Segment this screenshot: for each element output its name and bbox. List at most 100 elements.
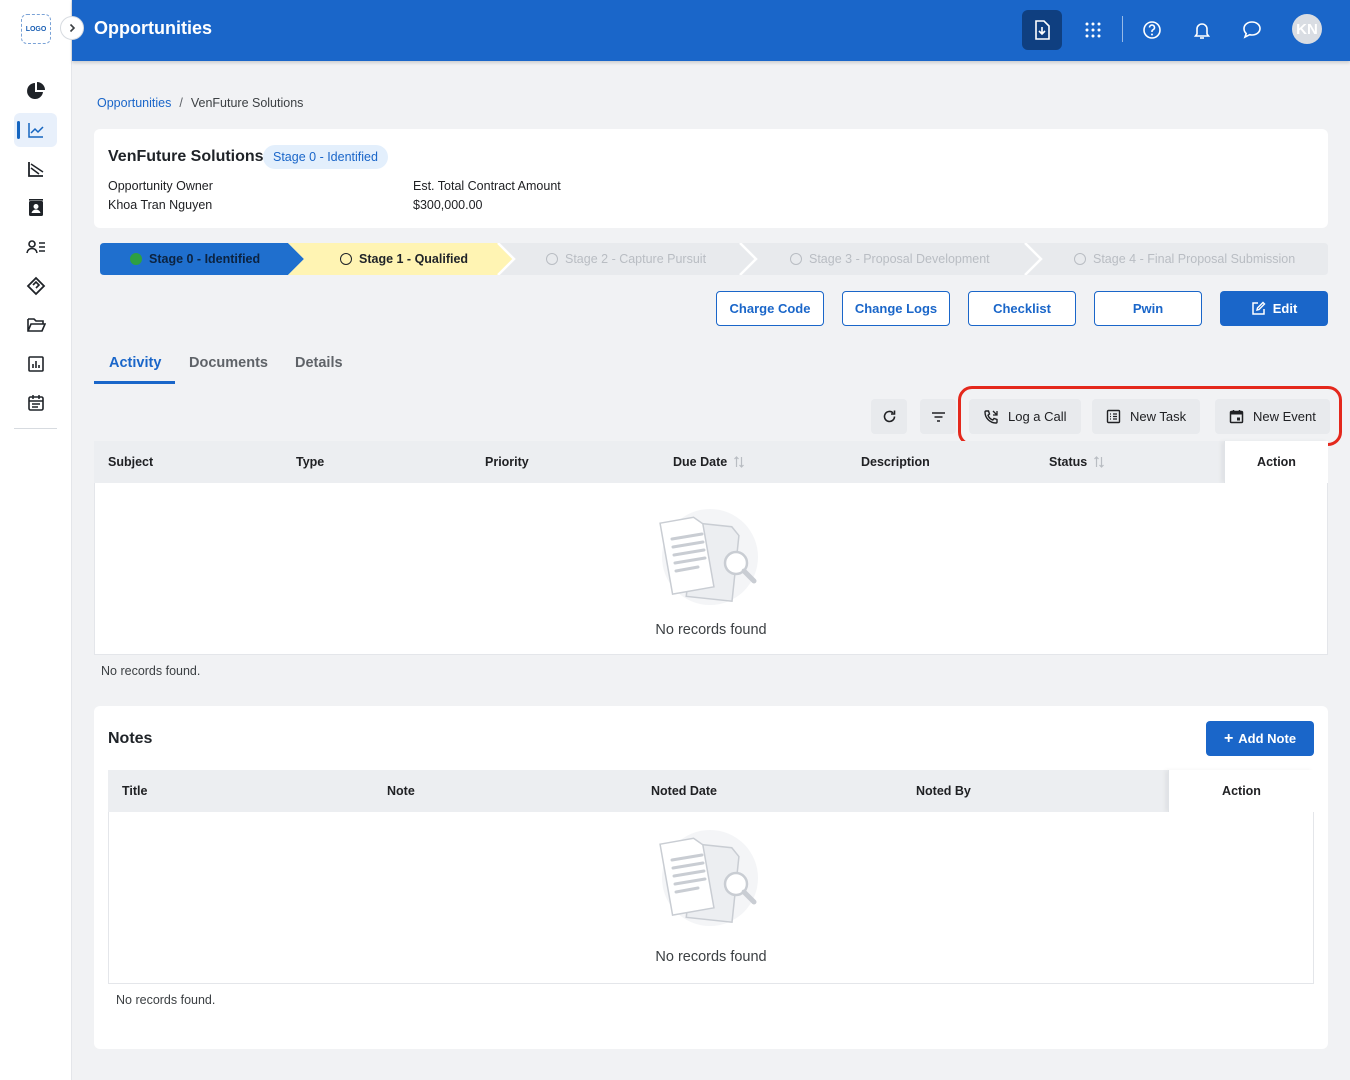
download-button[interactable] [1022,10,1062,50]
column-action: Action [1224,441,1328,483]
sidebar-item-files[interactable] [14,308,57,342]
sidebar-divider [14,428,57,429]
notifications-button[interactable] [1182,10,1222,50]
column-description[interactable]: Description [861,441,930,483]
column-type[interactable]: Type [296,441,324,483]
sidebar-item-reports[interactable] [14,347,57,381]
column-subject-label: Subject [108,455,154,469]
notes-empty-message: No records found [655,949,767,965]
notes-card: Notes + Add Note Title Note Noted Date N… [94,706,1328,1049]
checklist-button[interactable]: Checklist [968,291,1076,326]
notes-title: Notes [108,730,153,747]
trend-chart-icon [27,123,44,138]
amount-label: Est. Total Contract Amount [413,179,561,193]
pwin-button[interactable]: Pwin [1094,291,1202,326]
sidebar-item-deals[interactable] [14,269,57,303]
stage-0-step[interactable]: Stage 0 - Identified [130,243,260,275]
stage-1-step[interactable]: Stage 1 - Qualified [340,243,468,275]
add-note-label: Add Note [1238,731,1297,746]
sort-icon[interactable] [1093,455,1105,469]
stage-1-label: Stage 1 - Qualified [359,252,469,266]
notes-table-body: No records found [108,812,1314,984]
apps-button[interactable] [1073,10,1113,50]
circle-icon [546,253,558,265]
edit-button[interactable]: Edit [1220,291,1328,326]
handshake-icon [26,276,45,296]
sidebar-toggle-button[interactable] [60,16,84,40]
breadcrumb-current: VenFuture Solutions [190,96,304,110]
column-due-date[interactable]: Due Date [673,441,745,483]
sidebar-item-pipeline[interactable] [14,152,57,186]
sidebar-item-calendar[interactable] [14,386,57,420]
owner-label: Opportunity Owner [108,179,213,193]
page-title: Opportunities [94,18,212,38]
folder-open-icon [26,318,46,332]
column-noted-by-label: Noted By [916,784,971,798]
column-noted-by[interactable]: Noted By [916,770,971,812]
help-button[interactable] [1132,10,1172,50]
refresh-icon [883,410,895,423]
plus-icon: + [1223,729,1234,747]
avatar[interactable]: KN [1292,14,1322,44]
notes-records-footnote: No records found. [116,993,216,1007]
charge-code-button[interactable]: Charge Code [716,291,824,326]
pie-chart-icon [26,82,45,99]
amount-value: $300,000.00 [413,198,483,212]
change-logs-button[interactable]: Change Logs [842,291,950,326]
breadcrumb: Opportunities / VenFuture Solutions [97,96,303,110]
sidebar-item-opportunities[interactable] [14,113,57,147]
check-circle-icon [130,253,142,265]
logo: LOGO [21,14,51,44]
sidebar-item-users[interactable] [14,230,57,264]
annotation-highlight [958,386,1342,446]
tab-details[interactable]: Details [295,355,343,371]
column-priority-label: Priority [485,455,529,469]
circle-icon [790,253,802,265]
column-priority[interactable]: Priority [485,441,529,483]
sort-icon[interactable] [733,455,745,469]
empty-records-illustration [659,509,758,605]
column-note[interactable]: Note [387,770,415,812]
filter-button[interactable] [920,399,956,434]
stage-2-step[interactable]: Stage 2 - Capture Pursuit [546,243,706,275]
user-list-icon [25,240,45,254]
activity-table-header: Subject Type Priority Due Date Descripti… [94,441,1328,483]
calendar-icon [27,395,44,411]
add-note-button[interactable]: + Add Note [1206,721,1314,756]
edit-icon [1251,301,1266,315]
notes-table-header: Title Note Noted Date Noted By Action [108,770,1314,812]
column-type-label: Type [296,455,325,469]
breadcrumb-opportunities-link[interactable]: Opportunities [97,96,171,110]
header-divider [1122,16,1123,42]
sidebar: LOGO [0,0,72,1080]
tab-activity[interactable]: Activity [109,355,161,371]
refresh-button[interactable] [871,399,907,434]
column-due-date-label: Due Date [673,455,728,469]
tab-documents[interactable]: Documents [189,355,268,371]
stage-3-step[interactable]: Stage 3 - Proposal Development [790,243,990,275]
chevron-right-icon [69,23,76,33]
column-title[interactable]: Title [122,770,147,812]
opportunity-summary-card: VenFuture Solutions Stage 0 - Identified… [94,129,1328,228]
sidebar-item-dashboard[interactable] [14,74,57,108]
stage-4-step[interactable]: Stage 4 - Final Proposal Submission [1074,243,1295,275]
column-subject[interactable]: Subject [108,441,153,483]
opportunity-name: VenFuture Solutions [108,148,264,165]
messages-button[interactable] [1232,10,1272,50]
column-status[interactable]: Status [1049,441,1105,483]
active-tab-indicator [94,381,175,384]
contact-card-icon [28,199,43,216]
column-noted-date[interactable]: Noted Date [651,770,717,812]
bell-icon [1193,23,1211,39]
stage-progress-bar: Stage 0 - Identified Stage 1 - Qualified… [100,243,1328,275]
activity-table-body: No records found [94,483,1328,655]
edit-button-label: Edit [1272,301,1298,316]
top-bar: Opportunities KN [72,0,1350,61]
activity-records-footnote: No records found. [101,664,201,678]
column-action: Action [1168,770,1314,812]
sidebar-item-contacts[interactable] [14,191,57,225]
activity-empty-message: No records found [655,622,767,638]
chat-icon [1243,21,1261,39]
column-description-label: Description [861,455,930,469]
empty-records-illustration [659,830,758,926]
